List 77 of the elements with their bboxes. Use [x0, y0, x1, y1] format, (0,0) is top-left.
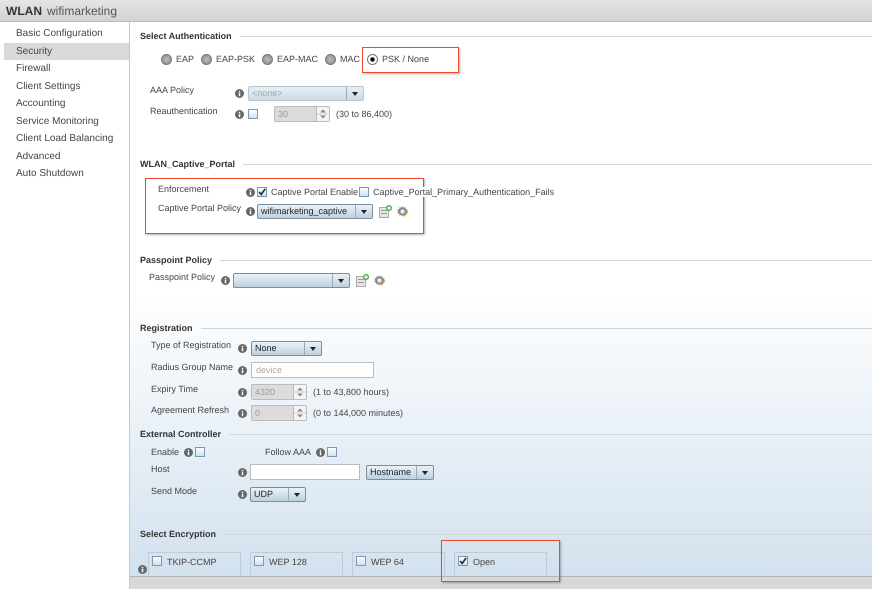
sidebar-item[interactable]: Auto Shutdown	[4, 165, 129, 182]
section-title: Passpoint Policy	[140, 255, 212, 265]
radio[interactable]	[161, 54, 172, 64]
checkbox[interactable]	[359, 187, 370, 197]
info-icon	[246, 188, 255, 196]
field-label: Passpoint Policy	[149, 272, 216, 282]
range-hint: (1 to 43,800 hours)	[313, 387, 390, 397]
checkbox[interactable]	[327, 447, 338, 457]
info-icon	[235, 88, 244, 98]
sidebar-item[interactable]: Client Settings	[4, 78, 129, 95]
field-label: Host	[151, 464, 171, 474]
sidebar-item[interactable]: Accounting	[4, 95, 129, 112]
sidebar-item[interactable]: Advanced	[4, 148, 129, 165]
info-icon	[316, 448, 326, 456]
info-icon	[238, 408, 247, 418]
info-icon	[238, 490, 247, 498]
passpoint-policy-select[interactable]	[233, 272, 350, 288]
sidebar-item[interactable]: Security	[4, 42, 129, 60]
info-icon	[238, 344, 247, 352]
host-field[interactable]	[250, 464, 360, 480]
radio-option[interactable]: PSK / None	[367, 54, 430, 64]
info-icon	[246, 206, 255, 216]
field-label: Reauthentication	[150, 106, 219, 116]
field-label: Enforcement	[158, 184, 210, 194]
sidebar-item[interactable]: Service Monitoring	[4, 112, 129, 130]
checkbox-label: Captive_Portal_Primary_Authentication_Fails	[373, 187, 556, 197]
info-icon	[235, 110, 244, 118]
radio[interactable]	[262, 54, 274, 64]
captive-portal-policy-select[interactable]: wifimarketing_captive	[257, 204, 373, 218]
settings-icon[interactable]	[373, 274, 386, 286]
sidebar-item[interactable]: Basic Configuration	[4, 25, 129, 42]
field-label: Expiry Time	[151, 384, 200, 394]
range-hint: (30 to 86,400)	[336, 109, 392, 119]
info-icon	[138, 565, 147, 574]
info-icon	[238, 366, 247, 374]
field-label: AAA Policy	[150, 85, 196, 95]
section-title: WLAN_Captive_Portal	[140, 159, 236, 169]
checkbox[interactable]	[254, 556, 264, 566]
info-icon	[184, 448, 194, 456]
checkbox[interactable]	[257, 187, 267, 197]
window-title: wifimarketing	[47, 4, 118, 18]
add-policy-icon[interactable]	[356, 274, 369, 286]
settings-icon[interactable]	[396, 204, 409, 218]
section-title: Registration	[140, 323, 193, 333]
info-icon	[238, 468, 247, 476]
section-title: External Controller	[140, 429, 222, 439]
add-policy-icon[interactable]	[379, 204, 392, 218]
radio[interactable]	[201, 54, 212, 64]
sidebar-item[interactable]: Firewall	[4, 60, 129, 78]
field-label: Radius Group Name	[151, 362, 234, 372]
field-label: Enable	[151, 447, 180, 457]
range-hint: (0 to 144,000 minutes)	[313, 408, 404, 418]
radio[interactable]	[367, 54, 378, 64]
field-label: Follow AAA	[265, 447, 312, 457]
registration-type-select[interactable]: None	[251, 340, 322, 356]
radio-option[interactable]: EAP	[161, 54, 194, 64]
field-label: Agreement Refresh	[151, 405, 230, 415]
radio-option[interactable]: EAP-MAC	[262, 54, 318, 64]
checkbox-label: Captive Portal Enable	[271, 187, 360, 197]
field-label: Type of Registration	[151, 340, 232, 350]
field-label: Send Mode	[151, 486, 198, 496]
info-icon	[221, 276, 230, 284]
checkbox[interactable]	[458, 556, 468, 566]
section-title: Select Encryption	[140, 529, 216, 539]
checkbox[interactable]	[195, 447, 206, 457]
radio-option[interactable]: MAC	[325, 54, 360, 64]
checkbox[interactable]	[356, 556, 366, 566]
window-kind: WLAN	[6, 4, 42, 18]
field-label: Captive Portal Policy	[158, 203, 242, 213]
radio-option[interactable]: EAP-PSK	[201, 54, 256, 64]
send-mode-select[interactable]: UDP	[250, 486, 306, 502]
sidebar-item[interactable]: Client Load Balancing	[4, 130, 129, 148]
radio[interactable]	[325, 54, 336, 64]
info-icon	[238, 388, 247, 396]
checkbox[interactable]	[152, 556, 162, 566]
section-title: Select Authentication	[140, 31, 232, 41]
host-type-select[interactable]: Hostname	[366, 464, 434, 480]
